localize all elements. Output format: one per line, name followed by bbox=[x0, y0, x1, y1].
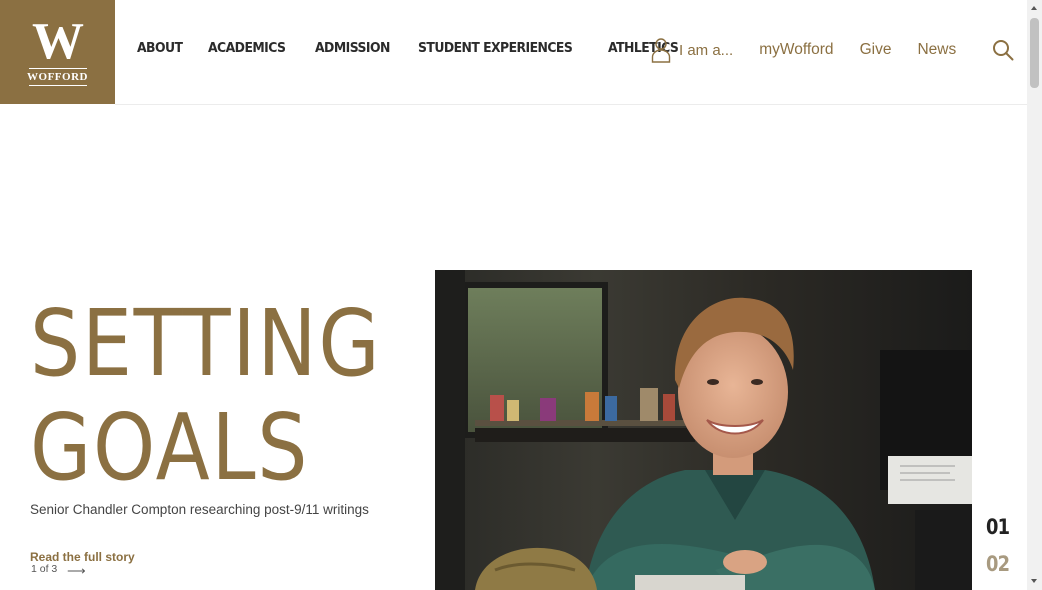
scroll-up-arrow[interactable] bbox=[1031, 6, 1037, 10]
read-full-story-link[interactable]: Read the full story bbox=[30, 550, 135, 564]
give-link[interactable]: Give bbox=[860, 41, 892, 59]
page-scrollbar[interactable] bbox=[1027, 0, 1042, 590]
hero-subtitle: Senior Chandler Compton researching post… bbox=[30, 502, 369, 517]
i-am-a-dropdown[interactable]: I am a... bbox=[651, 37, 733, 63]
nav-academics[interactable]: ACADEMICS bbox=[208, 40, 286, 56]
hero-photo bbox=[435, 270, 972, 590]
logo-name: WOFFORD bbox=[27, 71, 88, 83]
search-button[interactable] bbox=[992, 39, 1014, 61]
wofford-logo[interactable]: W WOFFORD bbox=[0, 0, 115, 104]
nav-student-experiences[interactable]: STUDENT EXPERIENCES bbox=[418, 40, 573, 56]
i-am-a-label: I am a... bbox=[679, 41, 734, 59]
logo-rule bbox=[28, 68, 87, 69]
hero-title-line-2: GOALS bbox=[30, 394, 310, 501]
main-navigation: ABOUT ACADEMICS ADMISSION STUDENT EXPERI… bbox=[137, 40, 684, 56]
slide-indicator-1[interactable]: 01 bbox=[986, 515, 1010, 539]
news-link[interactable]: News bbox=[917, 41, 956, 59]
slide-counter: 1 of 3 bbox=[31, 563, 58, 575]
scroll-down-arrow[interactable] bbox=[1031, 579, 1037, 583]
arrow-right-icon[interactable]: ⟶ bbox=[67, 563, 86, 579]
nav-admission[interactable]: ADMISSION bbox=[315, 40, 390, 56]
hero-title-line-1: SETTING bbox=[30, 290, 382, 397]
header-divider bbox=[115, 104, 1027, 105]
student-photo-illustration bbox=[435, 270, 972, 590]
nav-about[interactable]: ABOUT bbox=[137, 40, 183, 56]
logo-rule bbox=[28, 85, 87, 86]
utility-navigation: I am a... myWofford Give News bbox=[651, 36, 1014, 64]
logo-letter: W bbox=[32, 13, 84, 70]
slide-indicator-2[interactable]: 02 bbox=[986, 552, 1010, 576]
scrollbar-thumb[interactable] bbox=[1030, 18, 1039, 88]
mywofford-link[interactable]: myWofford bbox=[759, 41, 833, 59]
search-icon bbox=[993, 40, 1014, 61]
user-icon bbox=[651, 38, 671, 63]
hero-title: SETTING GOALS bbox=[30, 292, 381, 500]
